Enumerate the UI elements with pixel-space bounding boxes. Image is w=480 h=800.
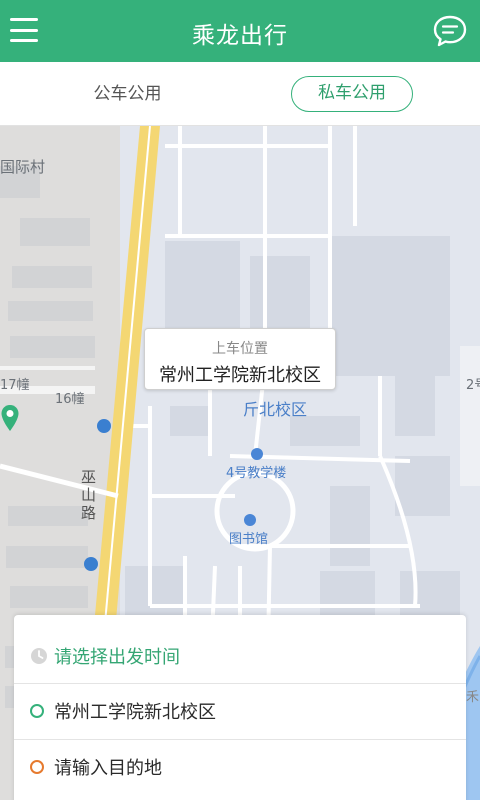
- departure-time-prompt: 请选择出发时间: [54, 647, 180, 668]
- tab-public-car[interactable]: 公车公用: [70, 76, 185, 112]
- app-title: 乘龙出行: [192, 23, 288, 49]
- map-label-library: 图书馆: [229, 532, 269, 547]
- app-header: 乘龙出行: [0, 0, 480, 62]
- departure-time-row[interactable]: 请选择出发时间: [14, 629, 466, 683]
- map-label-building-17: 17幢: [0, 378, 30, 393]
- pickup-callout-value: 常州工学院新北校区: [159, 365, 321, 386]
- destination-dot-icon: [30, 759, 44, 774]
- origin-dot-icon: [30, 703, 44, 718]
- destination-input[interactable]: 请输入目的地: [54, 754, 162, 780]
- chat-bubble-icon[interactable]: [432, 13, 468, 49]
- pickup-callout-label: 上车位置: [212, 341, 268, 357]
- clock-icon: [31, 648, 47, 664]
- pickup-callout[interactable]: 上车位置 常州工学院新北校区: [144, 328, 336, 390]
- map-label-river: 禾: [466, 690, 480, 705]
- trip-panel: 请选择出发时间 常州工学院新北校区 请输入目的地: [14, 615, 466, 800]
- start-location-row[interactable]: 常州工学院新北校区: [14, 683, 466, 737]
- location-pin-icon[interactable]: [0, 404, 20, 432]
- map-label-building-16: 16幢: [55, 392, 85, 407]
- map-label-right-edge: 2号: [466, 378, 480, 393]
- map-label-village: 国际村: [0, 158, 46, 176]
- map-label-teaching-building: 4号教学楼: [226, 466, 287, 481]
- mode-tabs: 公车公用 私车公用: [0, 62, 480, 126]
- map-label-campus: 斤北校区: [243, 400, 308, 419]
- tab-private-car[interactable]: 私车公用: [291, 76, 413, 112]
- map-label-road: 巫山路: [81, 468, 97, 522]
- start-location-value: 常州工学院新北校区: [54, 701, 216, 723]
- destination-row[interactable]: 请输入目的地: [14, 739, 466, 793]
